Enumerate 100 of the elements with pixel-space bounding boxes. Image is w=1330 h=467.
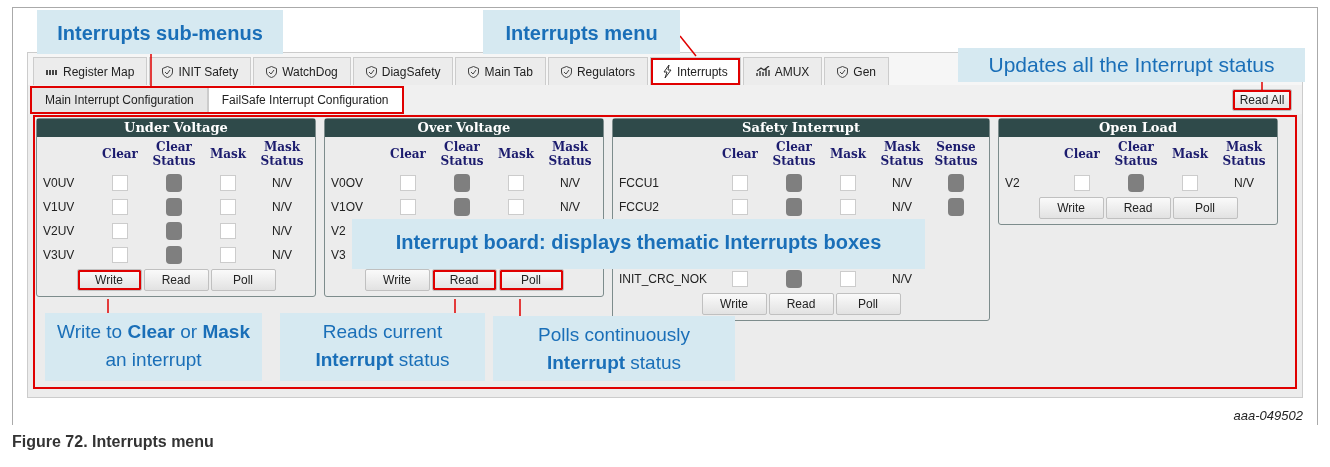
column-header: Mask [1170, 146, 1210, 163]
checkbox[interactable] [508, 199, 524, 215]
column-header: Clear Status [151, 139, 197, 169]
checkbox[interactable] [840, 175, 856, 191]
status-text: N/V [560, 176, 580, 190]
status-text: N/V [272, 200, 292, 214]
panel-title: Safety Interrupt [613, 119, 989, 137]
checkbox[interactable] [840, 199, 856, 215]
action-button[interactable]: Poll [1172, 197, 1238, 219]
figure-caption: Figure 72. Interrupts menu [11, 432, 215, 451]
shield-icon [837, 65, 849, 78]
leader-line [519, 298, 521, 317]
figure-id: aaa-049502 [1232, 408, 1303, 423]
status-text: N/V [560, 200, 580, 214]
tab[interactable]: Gen [824, 57, 890, 85]
shield-icon [162, 65, 174, 78]
column-header: Mask [208, 146, 248, 163]
row-label: FCCU2 [619, 200, 659, 214]
checkbox[interactable] [220, 247, 236, 263]
status-text: N/V [272, 248, 292, 262]
checkbox[interactable] [732, 199, 748, 215]
row-label: V1UV [43, 200, 75, 214]
leader-line [1261, 81, 1263, 91]
action-button[interactable]: Poll [498, 269, 564, 291]
lightning-icon [663, 65, 672, 78]
tab[interactable]: INIT Safety [149, 57, 252, 85]
column-header: Clear Status [771, 139, 817, 169]
column-header: Mask [496, 146, 536, 163]
action-button[interactable]: Read [431, 269, 497, 291]
checkbox[interactable] [508, 175, 524, 191]
column-header: Clear [389, 146, 427, 163]
column-header: Clear Status [439, 139, 485, 169]
checkbox[interactable] [112, 175, 128, 191]
row-label: V2UV [43, 224, 75, 238]
tab[interactable]: Regulators [547, 57, 648, 85]
status-text: N/V [892, 272, 912, 286]
checkbox[interactable] [112, 247, 128, 263]
column-header: Mask Status [1221, 139, 1267, 169]
checkbox[interactable] [400, 175, 416, 191]
tab[interactable]: Main Tab [455, 57, 546, 85]
read-all-button[interactable]: Read All [1232, 88, 1292, 111]
action-button[interactable]: Write [364, 269, 430, 291]
checkbox[interactable] [220, 223, 236, 239]
status-text: N/V [1234, 176, 1254, 190]
leader-line [679, 35, 697, 57]
checkbox[interactable] [840, 271, 856, 287]
checkbox[interactable] [1074, 175, 1090, 191]
row-label: V2 [331, 224, 346, 238]
status-text: N/V [892, 200, 912, 214]
tab[interactable]: WatchDog [253, 57, 351, 85]
panel-title: Open Load [999, 119, 1277, 137]
shield-icon [365, 65, 377, 78]
column-header: Clear [1063, 146, 1101, 163]
row-label: V3UV [43, 248, 75, 262]
callout-note: Write to Clear or Mask an interrupt [45, 313, 262, 381]
tab[interactable]: Interrupts [650, 57, 741, 85]
action-button[interactable]: Read [1105, 197, 1171, 219]
callout-note: Interrupts menu [483, 10, 680, 54]
action-button[interactable]: Poll [210, 269, 276, 291]
shield-icon [560, 65, 572, 78]
action-button[interactable]: Poll [835, 293, 901, 315]
status-text: N/V [272, 176, 292, 190]
shield-icon [468, 65, 480, 78]
shield-icon [266, 65, 278, 78]
action-button[interactable]: Read [143, 269, 209, 291]
checkbox[interactable] [220, 199, 236, 215]
checkbox[interactable] [112, 199, 128, 215]
column-header: Clear [721, 146, 759, 163]
column-header: Mask Status [547, 139, 593, 169]
checkbox[interactable] [220, 175, 236, 191]
action-button[interactable]: Write [76, 269, 142, 291]
column-header: Clear [101, 146, 139, 163]
checkbox[interactable] [732, 175, 748, 191]
checkbox[interactable] [732, 271, 748, 287]
checkbox[interactable] [112, 223, 128, 239]
column-header: Sense Status [933, 139, 979, 169]
row-label: V0OV [331, 176, 363, 190]
tab[interactable]: AMUX [742, 57, 823, 85]
column-header: Clear Status [1113, 139, 1159, 169]
column-header: Mask Status [259, 139, 305, 169]
panel-title: Over Voltage [325, 119, 603, 137]
action-button[interactable]: Write [701, 293, 767, 315]
row-label: INIT_CRC_NOK [619, 272, 707, 286]
row-label: V3 [331, 248, 346, 262]
row-label: V2 [1005, 176, 1020, 190]
checkbox[interactable] [1182, 175, 1198, 191]
action-button[interactable]: Write [1038, 197, 1104, 219]
sub-tab[interactable]: Main Interrupt Configuration [31, 86, 208, 113]
leader-line [150, 53, 152, 88]
sub-tab[interactable]: FailSafe Interrupt Configuration [207, 86, 403, 113]
column-header: Mask Status [879, 139, 925, 169]
callout-note: Interrupt board: displays thematic Interrupts boxes [352, 219, 925, 269]
action-button[interactable]: Read [768, 293, 834, 315]
row-label: V1OV [331, 200, 363, 214]
callout-note: Polls continuously Interrupt status [493, 316, 735, 381]
checkbox[interactable] [400, 199, 416, 215]
leader-line [454, 298, 456, 314]
tab[interactable]: DiagSafety [352, 57, 454, 85]
tab[interactable]: Register Map [33, 57, 148, 85]
leader-line [107, 298, 109, 314]
